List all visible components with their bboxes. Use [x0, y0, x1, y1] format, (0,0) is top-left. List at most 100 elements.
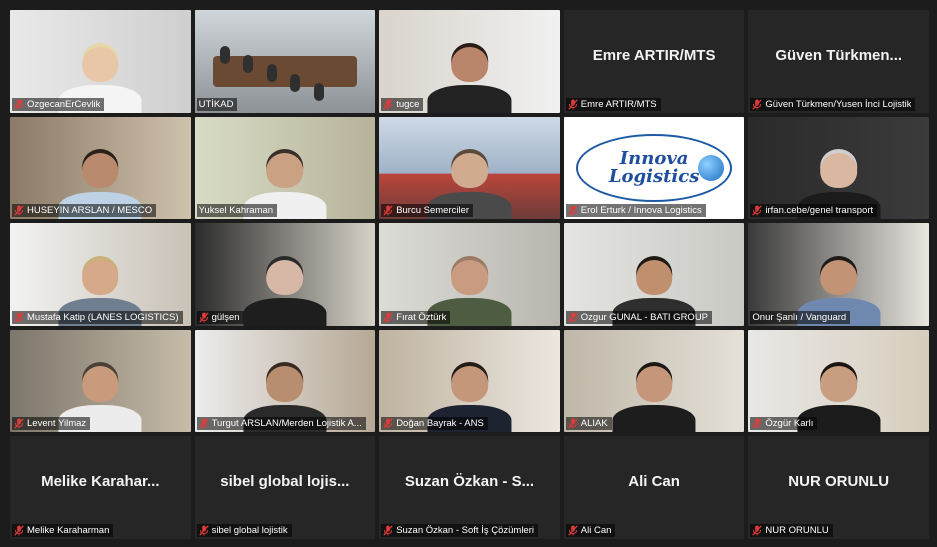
globe-icon [697, 155, 724, 182]
participant-name-label: Levent Yilmaz [12, 417, 91, 431]
participant-name-label: Ali Can [565, 523, 616, 537]
participant-display-name: sibel global lojis... [220, 473, 350, 491]
participant-silhouette [243, 252, 327, 326]
participant-name-label: Onur Şanlı / Vanguard [750, 310, 851, 324]
participant-name-text: Turgut ARSLAN/Merden Lojistik A... [211, 418, 362, 430]
participant-name-label: ALIAK [565, 417, 612, 431]
participant-name-text: irfan.cebe/genel transport [765, 205, 874, 217]
participant-display-name: Emre ARTIR/MTS [592, 46, 716, 64]
muted-microphone-icon [568, 418, 578, 429]
participant-name-text: ALIAK [580, 418, 608, 430]
participant-name-label: Emre ARTIR/MTS [565, 97, 661, 111]
participant-tile-suzan-ozkan-soft-is-cozumleri[interactable]: Suzan Özkan - S... Suzan Özkan - Soft İş … [379, 436, 560, 539]
muted-microphone-icon [752, 205, 763, 216]
participant-tile-aliak[interactable]: ALIAK [563, 329, 745, 433]
participant-name-label: HUSEYIN ARSLAN / MESCO [12, 204, 157, 218]
participant-display-name: Melike Karahar... [41, 473, 160, 491]
participant-name-label: Mustafa Katip (LANES LOGISTICS) [12, 310, 183, 324]
participant-name-text: NUR ORUNLU [765, 524, 829, 536]
participant-silhouette [427, 39, 512, 113]
participant-name-text: Ali Can [580, 524, 612, 536]
participant-tile-emre-artir-mts[interactable]: Emre ARTIR/MTS Emre ARTIR/MTS [563, 10, 745, 113]
participant-name-text: Suzan Özkan - Soft İş Çözümleri [396, 524, 534, 536]
participant-name-label: Özgür Karlı [750, 417, 818, 431]
participant-name-text: Fırat Öztürk [396, 311, 447, 323]
participant-name-text: Güven Türkmen/Yusen İnci Lojistik [765, 98, 912, 110]
participant-tile-dogan-bayrak-ans[interactable]: Doğan Bayrak - ANS [379, 329, 560, 433]
muted-microphone-icon [198, 312, 209, 323]
participant-tile-irfan-cebe-genel-transport[interactable]: irfan.cebe/genel transport [748, 116, 929, 220]
participant-display-name: Ali Can [628, 473, 680, 491]
participant-name-label: Suzan Özkan - Soft İş Çözümleri [381, 523, 538, 537]
participant-name-label: Burcu Semerciler [381, 204, 474, 218]
participant-name-text: HUSEYIN ARSLAN / MESCO [27, 205, 153, 217]
muted-microphone-icon [568, 525, 578, 536]
participant-name-text: gülşen [211, 311, 240, 323]
participant-name-label: UTİKAD [196, 97, 238, 111]
participant-name-text: UTİKAD [198, 98, 234, 110]
muted-microphone-icon [752, 525, 763, 536]
muted-microphone-icon [383, 205, 393, 216]
participant-display-name: Suzan Özkan - S... [404, 473, 535, 491]
participant-tile-sibel-global-lojistik[interactable]: sibel global lojis... sibel global lojist… [194, 436, 376, 539]
participant-tile-ozgur-karli[interactable]: Özgür Karlı [748, 329, 929, 433]
participant-name-text: Emre ARTIR/MTS [580, 98, 657, 110]
participant-tile-mustafa-katip-lanes-logistics[interactable]: Mustafa Katip (LANES LOGISTICS) [10, 223, 191, 326]
participant-tile-levent-yilmaz[interactable]: Levent Yilmaz [10, 329, 191, 433]
participant-silhouette [612, 358, 696, 433]
participant-name-text: Özgür Karlı [765, 418, 814, 430]
participant-tile-erol-erturk-innova-logistics[interactable]: Innova Logistics Erol Erturk / Innova Logi… [563, 116, 745, 220]
participant-name-label: Yuksel Kahraman [196, 204, 278, 218]
participant-tile-utikad[interactable]: UTİKAD [194, 10, 376, 113]
participant-name-text: Mustafa Katip (LANES LOGISTICS) [27, 311, 179, 323]
muted-microphone-icon [383, 418, 393, 429]
participant-name-text: OzgecanErCevlik [27, 98, 101, 110]
participant-name-text: Ozgur GUNAL - BATI GROUP [580, 311, 709, 323]
participant-tile-gulsen[interactable]: gülşen [194, 223, 376, 326]
participant-name-label: sibel global lojistik [196, 523, 292, 537]
participant-name-label: NUR ORUNLU [750, 523, 833, 537]
muted-microphone-icon [383, 98, 393, 110]
participant-tile-firat-ozturk[interactable]: Fırat Öztürk [379, 223, 560, 326]
participant-name-text: Onur Şanlı / Vanguard [752, 311, 847, 323]
muted-microphone-icon [568, 205, 578, 216]
participant-tile-guven-turkmen-yusen-inci-lojistik[interactable]: Güven Türkmen... Güven Türkmen/Yusen İnci… [748, 10, 929, 113]
participant-name-label: Erol Erturk / Innova Logistics [565, 204, 706, 218]
participant-name-text: Melike Karaharman [27, 524, 110, 536]
muted-microphone-icon [383, 312, 393, 323]
participant-name-label: irfan.cebe/genel transport [750, 204, 878, 218]
participant-name-label: Ozgur GUNAL - BATI GROUP [565, 310, 713, 324]
participant-name-label: Turgut ARSLAN/Merden Lojistik A... [196, 417, 366, 431]
muted-microphone-icon [383, 525, 393, 536]
participant-tile-huseyin-arslan-mesco[interactable]: HUSEYIN ARSLAN / MESCO [10, 116, 191, 220]
muted-microphone-icon [568, 98, 578, 110]
participant-name-text: sibel global lojistik [211, 524, 288, 536]
participant-tile-yuksel-kahraman[interactable]: Yuksel Kahraman [194, 116, 376, 220]
participant-tile-onur-sanli-vanguard[interactable]: Onur Şanlı / Vanguard [748, 223, 929, 326]
participant-tile-turgut-arslan-merden-lojistik-a[interactable]: Turgut ARSLAN/Merden Lojistik A... [194, 329, 376, 433]
participant-tile-ali-can[interactable]: Ali Can Ali Can [563, 436, 745, 539]
participant-name-text: Levent Yilmaz [27, 418, 87, 430]
video-gallery: OzgecanErCevlik UTİKAD tugce Emre ARTIR/MTS… [0, 0, 937, 547]
participant-tile-melike-karaharman[interactable]: Melike Karahar... Melike Karaharman [10, 436, 191, 539]
participant-name-text: Burcu Semerciler [396, 205, 470, 217]
muted-microphone-icon [14, 205, 24, 216]
participant-tile-burcu-semerciler[interactable]: Burcu Semerciler [379, 116, 560, 220]
muted-microphone-icon [14, 98, 24, 110]
muted-microphone-icon [14, 418, 24, 429]
muted-microphone-icon [14, 525, 24, 536]
participant-tile-ozgecanercevlik[interactable]: OzgecanErCevlik [10, 10, 191, 113]
muted-microphone-icon [14, 312, 24, 323]
participant-name-label: tugce [381, 97, 424, 111]
muted-microphone-icon [752, 418, 763, 429]
participant-name-text: tugce [396, 98, 420, 110]
participant-tile-tugce[interactable]: tugce [379, 10, 560, 113]
participant-tile-ozgur-gunal-bati-group[interactable]: Ozgur GUNAL - BATI GROUP [563, 223, 745, 326]
participant-name-label: gülşen [196, 310, 244, 324]
participant-name-text: Yuksel Kahraman [198, 205, 274, 217]
participant-name-text: Doğan Bayrak - ANS [396, 418, 484, 430]
participant-name-label: Güven Türkmen/Yusen İnci Lojistik [750, 97, 916, 111]
participant-tile-nur-orunlu[interactable]: NUR ORUNLU NUR ORUNLU [748, 436, 929, 539]
muted-microphone-icon [752, 98, 763, 110]
participant-name-label: OzgecanErCevlik [12, 97, 105, 111]
